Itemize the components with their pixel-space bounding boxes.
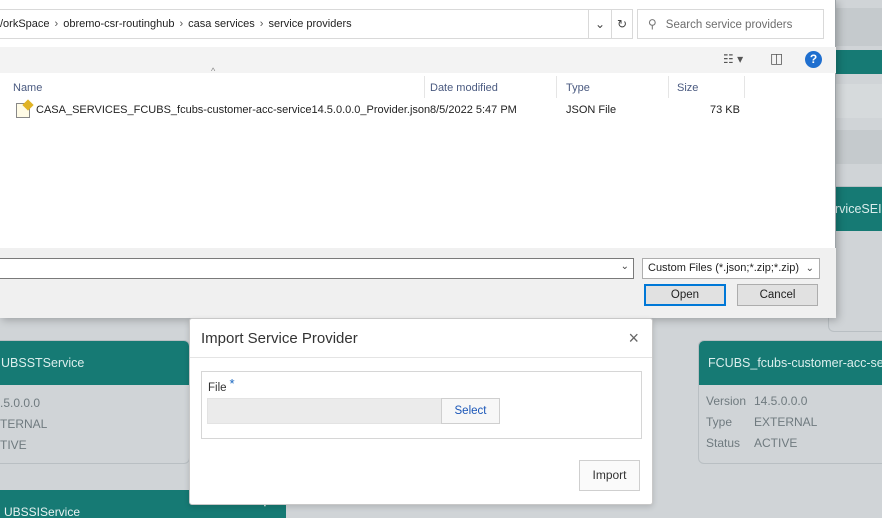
column-header-date[interactable]: Date modified bbox=[430, 79, 498, 97]
breadcrumb-item[interactable]: /orkSpace bbox=[0, 18, 50, 30]
file-type: JSON File bbox=[566, 104, 617, 116]
column-divider[interactable] bbox=[556, 76, 557, 98]
file-date-modified: 8/5/2022 5:47 PM bbox=[430, 104, 517, 116]
service-card-left-title: UBSSTService bbox=[0, 341, 189, 385]
search-input[interactable]: ⚲ Search service providers bbox=[637, 9, 824, 39]
address-breadcrumb[interactable]: /orkSpace › obremo-csr-routinghub › casa ser… bbox=[0, 9, 589, 39]
filename-dropdown-icon[interactable]: ⌄ bbox=[621, 261, 629, 272]
import-service-provider-dialog: Import Service Provider × File * Select I… bbox=[189, 318, 653, 505]
required-indicator: * bbox=[229, 376, 235, 391]
service-card-right[interactable]: FCUBS_fcubs-customer-acc-se Version 14.5.… bbox=[698, 340, 882, 464]
close-icon[interactable]: × bbox=[628, 328, 639, 349]
breadcrumb-separator: › bbox=[179, 18, 184, 30]
import-button[interactable]: Import bbox=[579, 460, 640, 491]
breadcrumb-item[interactable]: casa services bbox=[188, 18, 255, 30]
service-card-left-version: .5.0.0.0 bbox=[0, 396, 41, 410]
refresh-icon[interactable]: ↻ bbox=[611, 9, 633, 39]
search-placeholder: Search service providers bbox=[665, 19, 793, 31]
open-button[interactable]: Open bbox=[644, 284, 726, 306]
json-file-icon bbox=[16, 103, 30, 118]
service-card-bottom-title: UBSSIService bbox=[4, 505, 81, 518]
filename-input[interactable]: ⌄ bbox=[0, 258, 634, 279]
file-name: CASA_SERVICES_FCUBS_fcubs-customer-acc-s… bbox=[36, 104, 431, 116]
help-icon[interactable]: ? bbox=[805, 51, 822, 68]
chevron-down-icon: ⌄ bbox=[805, 263, 814, 274]
address-dropdown-icon[interactable]: ⌄ bbox=[589, 9, 611, 39]
service-card-right-type-row: Type EXTERNAL bbox=[706, 415, 818, 429]
service-card-left-status: TIVE bbox=[0, 438, 27, 452]
view-options-icon[interactable]: ☷ ▾ bbox=[723, 52, 743, 68]
file-path-input[interactable] bbox=[207, 398, 442, 424]
select-file-button[interactable]: Select bbox=[441, 398, 500, 424]
dialog-toolbar: ☷ ▾ ◫ ? bbox=[0, 47, 836, 73]
service-card-left[interactable]: UBSSTService .5.0.0.0 TERNAL TIVE bbox=[0, 340, 190, 464]
dialog-divider bbox=[190, 357, 652, 358]
dialog-title: Import Service Provider bbox=[201, 330, 358, 347]
search-icon: ⚲ bbox=[648, 17, 657, 31]
file-label: File * bbox=[208, 376, 235, 394]
file-type-filter-value: Custom Files (*.json;*.zip;*.zip) bbox=[648, 262, 799, 274]
sort-ascending-icon: ^ bbox=[211, 66, 216, 76]
background-search-field bbox=[828, 84, 882, 118]
breadcrumb-separator: › bbox=[54, 18, 59, 30]
background-card-partial-title: rviceSEI bbox=[829, 187, 882, 231]
service-card-left-type: TERNAL bbox=[0, 417, 48, 431]
breadcrumb-item[interactable]: service providers bbox=[268, 18, 351, 30]
file-open-dialog: /orkSpace › obremo-csr-routinghub › casa ser… bbox=[0, 0, 836, 318]
column-header-type[interactable]: Type bbox=[566, 79, 590, 97]
service-card-right-status-row: Status ACTIVE bbox=[706, 436, 798, 450]
breadcrumb-item[interactable]: obremo-csr-routinghub bbox=[63, 18, 174, 30]
file-size: 73 KB bbox=[710, 104, 740, 116]
column-divider[interactable] bbox=[744, 76, 745, 98]
service-card-right-version-row: Version 14.5.0.0.0 bbox=[706, 394, 808, 408]
file-field-group: File * Select bbox=[201, 371, 642, 439]
preview-pane-icon[interactable]: ◫ bbox=[770, 50, 783, 66]
dialog-footer: ⌄ Custom Files (*.json;*.zip;*.zip) ⌄ Op… bbox=[0, 248, 836, 318]
column-divider[interactable] bbox=[424, 76, 425, 98]
background-filter-bar bbox=[828, 130, 882, 164]
service-card-right-title: FCUBS_fcubs-customer-acc-se bbox=[699, 341, 882, 385]
background-header-bar bbox=[828, 8, 882, 46]
column-divider[interactable] bbox=[668, 76, 669, 98]
file-type-filter-select[interactable]: Custom Files (*.json;*.zip;*.zip) ⌄ bbox=[642, 258, 820, 279]
cancel-button[interactable]: Cancel bbox=[737, 284, 818, 306]
file-list-item[interactable]: CASA_SERVICES_FCUBS_fcubs-customer-acc-s… bbox=[12, 101, 772, 119]
background-card-partial: rviceSEI bbox=[828, 186, 882, 332]
breadcrumb-separator: › bbox=[259, 18, 264, 30]
column-header-name[interactable]: Name bbox=[13, 79, 42, 97]
background-teal-bar bbox=[828, 50, 882, 74]
column-header-size[interactable]: Size bbox=[677, 79, 698, 97]
